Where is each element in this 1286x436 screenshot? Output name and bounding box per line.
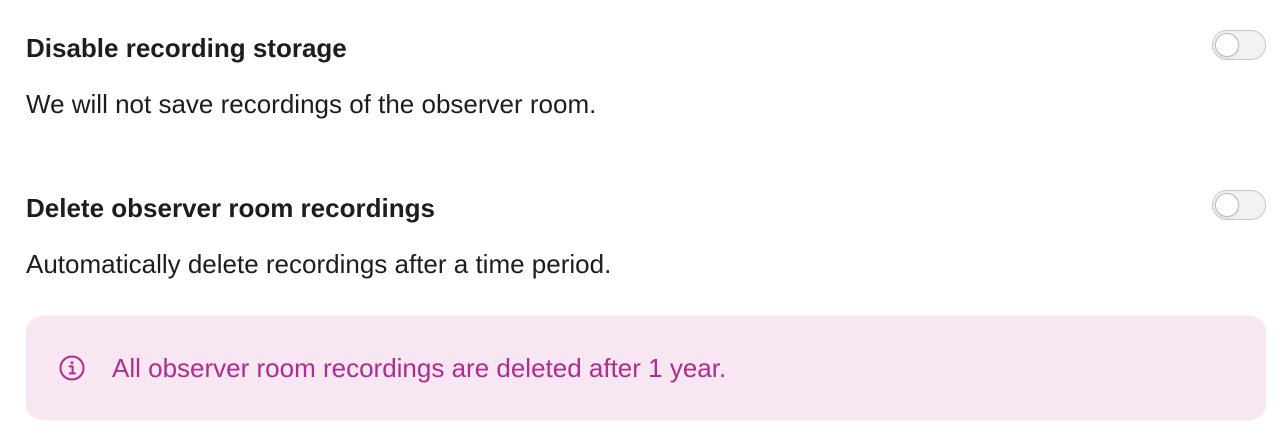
setting-description: We will not save recordings of the obser… bbox=[26, 89, 597, 119]
info-icon bbox=[58, 354, 86, 382]
toggle-knob bbox=[1215, 33, 1239, 57]
setting-disable-recording-storage: Disable recording storage We will not sa… bbox=[26, 30, 1266, 130]
info-banner: All observer room recordings are deleted… bbox=[26, 316, 1266, 420]
setting-description: Automatically delete recordings after a … bbox=[26, 249, 612, 279]
toggle-knob bbox=[1215, 193, 1239, 217]
setting-delete-observer-room-recordings: Delete observer room recordings Automati… bbox=[26, 190, 1266, 290]
disable-recording-storage-toggle[interactable] bbox=[1212, 30, 1266, 60]
info-banner-text: All observer room recordings are deleted… bbox=[112, 353, 727, 383]
delete-observer-room-recordings-toggle[interactable] bbox=[1212, 190, 1266, 220]
setting-title: Delete observer room recordings bbox=[26, 193, 435, 223]
setting-title: Disable recording storage bbox=[26, 33, 347, 63]
